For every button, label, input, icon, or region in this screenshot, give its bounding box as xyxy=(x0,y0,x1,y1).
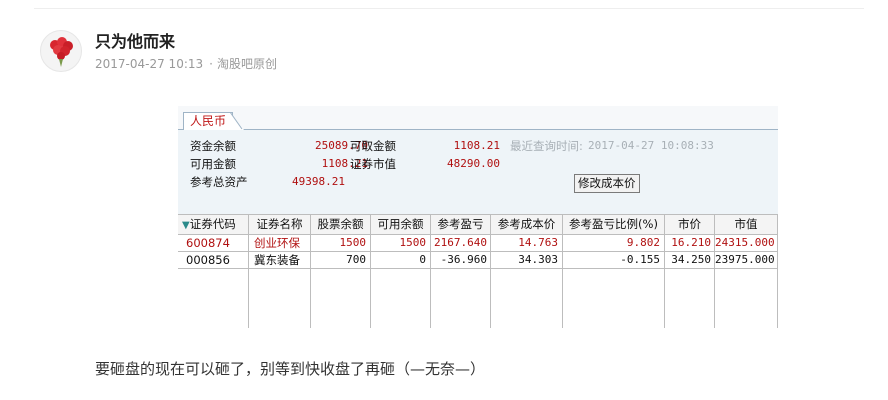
market-value-value: 48290.00 xyxy=(447,157,500,170)
meta-separator: · xyxy=(209,57,213,71)
table-row-cell-price: 16.210 xyxy=(671,236,711,249)
post-date: 2017-04-27 10:13 xyxy=(95,57,204,71)
post-title[interactable]: 只为他而来 xyxy=(95,28,175,52)
column-header-price[interactable]: 市价 xyxy=(665,216,714,232)
column-header-name[interactable]: 证券名称 xyxy=(249,216,310,232)
table-row-cell-holding: 700 xyxy=(346,253,366,266)
total-assets-value: 49398.21 xyxy=(292,175,345,188)
rose-bouquet-icon xyxy=(50,37,73,67)
modify-cost-button[interactable]: 修改成本价 xyxy=(574,174,640,193)
table-row-cell-cost: 14.763 xyxy=(518,236,558,249)
table-row-cell-available: 0 xyxy=(419,253,426,266)
table-row-cell-pnl-ratio: 9.802 xyxy=(626,236,660,249)
post-meta: 2017-04-27 10:13 · 淘股吧原创 xyxy=(95,55,277,72)
table-row-cell-name[interactable]: 冀东装备 xyxy=(254,252,309,268)
column-header-available[interactable]: 可用余额 xyxy=(371,216,430,232)
total-assets-label: 参考总资产 xyxy=(190,175,248,189)
column-header-cost[interactable]: 参考成本价 xyxy=(491,216,562,232)
table-row-cell-pnl-ratio: -0.155 xyxy=(620,253,660,266)
withdrawable-value: 1108.21 xyxy=(453,139,500,152)
table-row-cell-pnl: 2167.640 xyxy=(434,236,487,249)
table-row-cell-pnl: -36.960 xyxy=(440,253,487,266)
market-value-label: 证券市值 xyxy=(350,157,396,171)
table-row-cell-market-value: 24315.000 xyxy=(715,236,774,249)
brokerage-screenshot: 人民币 资金余额 25089.70 可取金额 1108.21 最近查询时间: 2… xyxy=(178,106,778,328)
top-divider xyxy=(34,8,864,9)
last-query-time: 2017-04-27 10:08:33 xyxy=(588,139,714,152)
table-row-cell-available: 1500 xyxy=(399,236,427,249)
tab-edge-icon xyxy=(230,112,244,130)
table-row-cell-price: 34.250 xyxy=(671,253,711,266)
table-row-cell-holding: 1500 xyxy=(339,236,367,249)
post-source-tag: 淘股吧原创 xyxy=(216,57,277,71)
column-header-market-value[interactable]: 市值 xyxy=(715,216,777,232)
table-row-cell-name[interactable]: 创业环保 xyxy=(254,235,309,251)
column-header-holding[interactable]: 股票余额 xyxy=(311,216,370,232)
table-row-cell-market-value: 23975.000 xyxy=(715,253,774,266)
tab-rmb[interactable]: 人民币 xyxy=(183,112,234,130)
table-row-cell-code[interactable]: 600874 xyxy=(186,235,246,251)
table-row-cell-cost: 34.303 xyxy=(518,253,558,266)
column-header-pnl-ratio[interactable]: 参考盈亏比例(%) xyxy=(563,216,664,232)
tab-bar xyxy=(178,106,778,130)
avatar[interactable] xyxy=(40,30,82,72)
cash-balance-label: 资金余额 xyxy=(190,139,236,153)
available-label: 可用金额 xyxy=(190,157,236,171)
sort-desc-icon: ▼ xyxy=(182,220,190,231)
last-query-label: 最近查询时间: xyxy=(510,139,583,153)
table-row-cell-code[interactable]: 000856 xyxy=(186,252,246,268)
withdrawable-label: 可取金额 xyxy=(350,139,396,153)
post-body-text: 要砸盘的现在可以砸了，别等到快收盘了再砸（—无奈—） xyxy=(95,360,486,378)
column-header-pnl[interactable]: 参考盈亏 xyxy=(431,216,490,232)
holdings-table: ▼证券代码 证券名称 股票余额 可用余额 参考盈亏 参考成本价 参考盈亏比例(%… xyxy=(178,214,778,328)
column-header-code[interactable]: ▼证券代码 xyxy=(182,216,248,234)
